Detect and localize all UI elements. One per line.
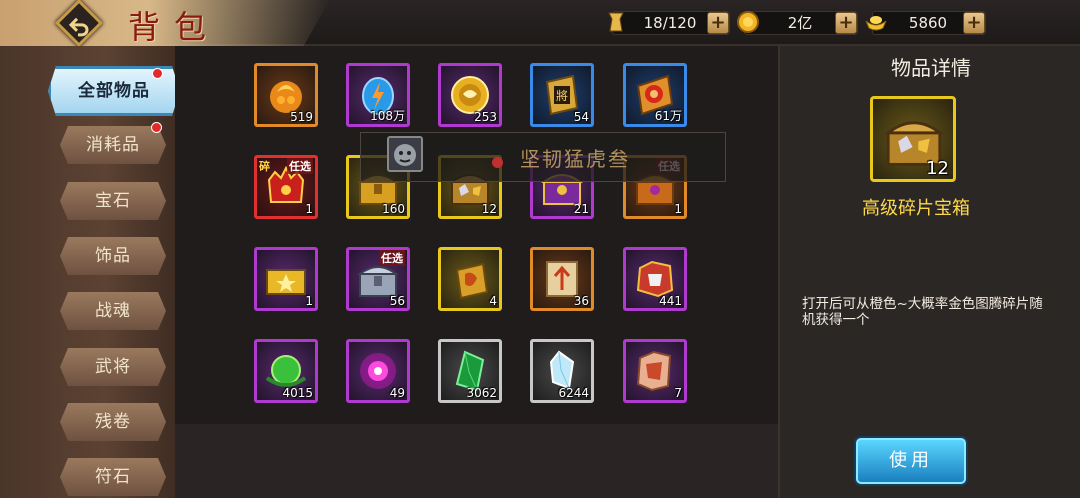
item-count: 12 [481,202,497,216]
item-count: 4015 [282,386,313,400]
add-ingot-button[interactable]: + [963,12,985,34]
add-capacity-button[interactable]: + [707,12,729,34]
ingot-icon [865,16,887,31]
bag-icon [608,12,624,32]
item-count: 253 [474,110,497,124]
optional-tag: 任选 [287,158,313,174]
category-tab-runes[interactable]: 符石 [60,458,166,496]
detail-item-slot: 12 [870,96,956,182]
item-count: 7 [674,386,682,400]
page-title: 背包 [128,8,221,46]
item-count: 1 [674,202,682,216]
item-count: 108万 [370,109,405,123]
category-tab-accessories[interactable]: 饰品 [60,237,166,275]
detail-item-description: 打开后可从橙色~大概率金色图腾碎片随机获得一个 [802,296,1043,328]
golden-pouch-icon [455,262,489,300]
category-tab-fragments[interactable]: 残卷 [60,403,166,441]
bag-capacity-value: 18/120 [643,14,697,32]
use-button[interactable]: 使用 [856,438,966,484]
item-slot[interactable]: 4015 [254,339,318,403]
item-slot[interactable]: 任选 56 [346,247,410,311]
detail-item-name: 高级碎片宝箱 [862,198,970,219]
item-count: 36 [573,294,589,308]
item-detail-panel: 物品详情 12 高级碎片宝箱 打开后可从橙色~大概率金色图腾碎片随机获得一个 使… [778,46,1080,498]
item-slot[interactable]: 7 [623,339,687,403]
item-slot[interactable]: 6244 [530,339,594,403]
category-tab-gems[interactable]: 宝石 [60,182,166,220]
category-tab-war-souls[interactable]: 战魂 [60,292,166,330]
notification-badge [152,68,163,79]
svg-text:將: 將 [556,88,568,103]
game-bag-screen: 背包 18/120 + 2亿 + 5860 + 全部物品 消耗品 宝石 饰品 战… [0,0,1080,498]
gold-value: 2亿 [787,14,813,32]
item-slot[interactable]: 1 [254,247,318,311]
item-count: 54 [573,110,589,124]
add-gold-button[interactable]: + [835,12,857,34]
item-count: 441 [659,294,682,308]
notification-badge [151,122,162,133]
category-tab-generals[interactable]: 武将 [60,348,166,386]
top-bar: 背包 18/120 + 2亿 + 5860 + [0,0,1080,48]
ingot-value: 5860 [908,14,948,32]
item-count: 6244 [558,386,589,400]
item-count: 519 [290,110,313,124]
tooltip-item-name: 坚韧猛虎叁 [520,147,630,171]
gold-star-chest-icon [266,269,306,295]
item-slot[interactable]: 441 [623,247,687,311]
item-count: 21 [573,202,589,216]
item-count: 56 [389,294,405,308]
item-count: 1 [305,202,313,216]
gold-display: 2亿 + [737,11,858,35]
item-count: 1 [305,294,313,308]
item-count: 4 [489,294,497,308]
item-slot[interactable]: 36 [530,247,594,311]
item-count: 3062 [466,386,497,400]
tiger-head-icon [394,144,416,166]
ingot-display: 5860 + [865,11,986,35]
item-count: 49 [389,386,405,400]
detail-item-count: 12 [926,158,949,179]
item-slot[interactable]: 3062 [438,339,502,403]
item-count: 160 [382,202,405,216]
item-slot[interactable]: 519 [254,63,318,127]
fragment-label: 碎 [259,160,270,173]
item-slot[interactable]: 碎 任选 1 [254,155,318,219]
item-slot[interactable]: 4 [438,247,502,311]
item-slot[interactable]: 108万 [346,63,410,127]
item-slot[interactable]: 253 [438,63,502,127]
tooltip-item-icon [387,136,423,172]
gold-coin-icon [737,11,759,33]
detail-title: 物品详情 [891,56,971,80]
back-arrow-icon [68,17,89,37]
item-slot[interactable]: 將 54 [530,63,594,127]
map-fragment-icon [636,350,672,392]
notification-badge [492,157,503,168]
category-tab-consumables[interactable]: 消耗品 [60,126,166,164]
optional-tag: 任选 [379,250,405,266]
grid-footer [175,424,778,498]
item-count: 61万 [654,109,682,123]
bag-capacity-display: 18/120 + [608,11,730,35]
item-slot[interactable]: 49 [346,339,410,403]
item-slot[interactable]: 61万 [623,63,687,127]
